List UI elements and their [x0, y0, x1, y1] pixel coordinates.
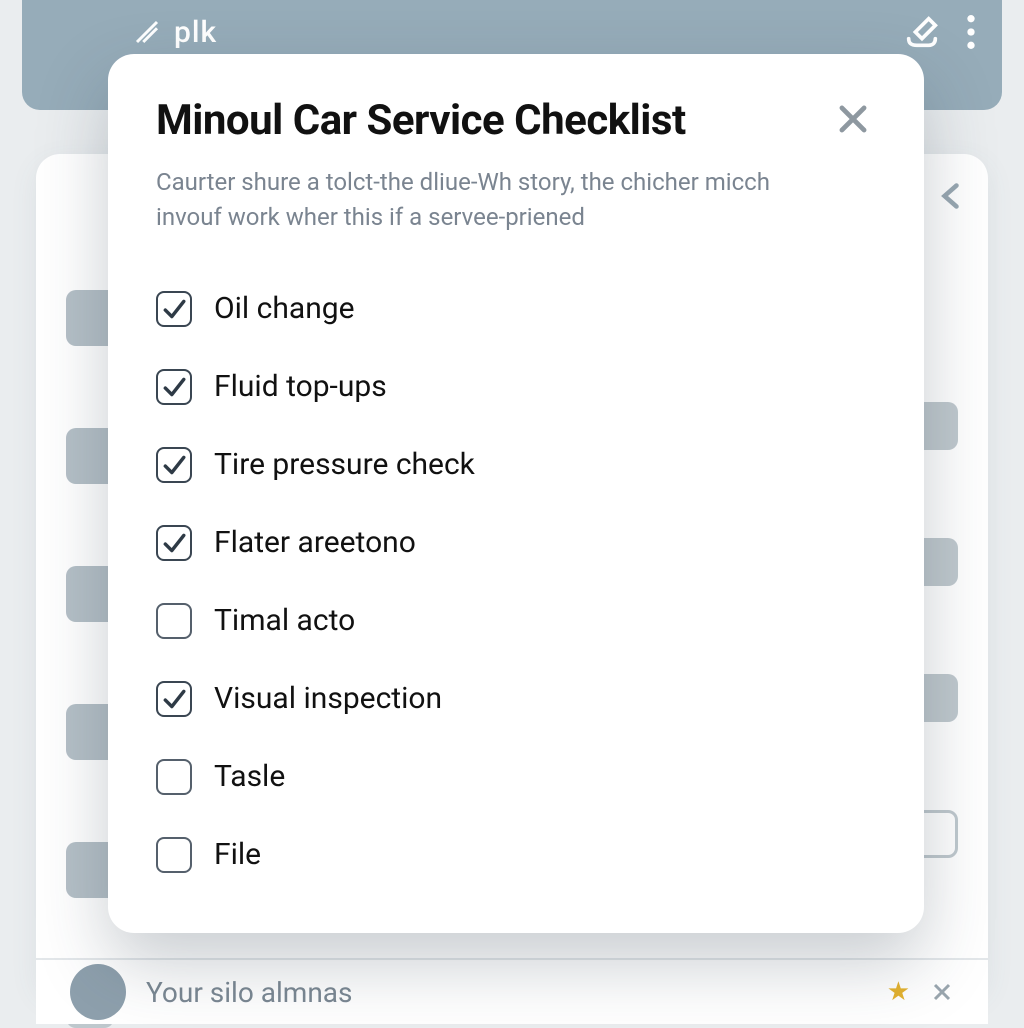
modal-title: Minoul Car Service Checklist: [156, 96, 686, 145]
checklist-item: Fluid top-ups: [156, 369, 876, 405]
checkbox[interactable]: [156, 759, 192, 795]
panel-close-icon[interactable]: [934, 178, 970, 214]
bottom-text: Your silo almnas: [146, 976, 867, 1009]
checklist-label: Tire pressure check: [214, 447, 475, 482]
checkbox[interactable]: [156, 681, 192, 717]
checklist-item: Tasle: [156, 759, 876, 795]
checkbox[interactable]: [156, 447, 192, 483]
spark-icon: [132, 17, 162, 47]
checkbox[interactable]: [156, 525, 192, 561]
modal-subtitle: Caurter shure a tolct-the dliue-Wh story…: [156, 165, 816, 235]
checkbox[interactable]: [156, 369, 192, 405]
checklist-label: Tasle: [214, 759, 285, 794]
checklist-item: Timal acto: [156, 603, 876, 639]
avatar[interactable]: [70, 964, 126, 1020]
edit-icon[interactable]: [902, 12, 942, 52]
checklist-item: Flater areetono: [156, 525, 876, 561]
more-icon[interactable]: [966, 12, 976, 52]
checklist-item: File: [156, 837, 876, 873]
checkbox[interactable]: [156, 291, 192, 327]
checklist-label: File: [214, 837, 261, 872]
bottom-close-icon[interactable]: [930, 980, 954, 1004]
checklist: Oil change Fluid top-ups Tire pressure che…: [156, 291, 876, 873]
checklist-modal: Minoul Car Service Checklist Caurter shu…: [108, 54, 924, 933]
checklist-item: Oil change: [156, 291, 876, 327]
checklist-item: Visual inspection: [156, 681, 876, 717]
checkbox[interactable]: [156, 603, 192, 639]
checklist-label: Timal acto: [214, 603, 355, 638]
checklist-label: Fluid top-ups: [214, 369, 387, 404]
brand-text: plk: [174, 15, 217, 50]
checklist-label: Oil change: [214, 291, 355, 326]
star-icon[interactable]: ★: [887, 977, 910, 1007]
bottom-bar: Your silo almnas ★: [36, 958, 988, 1024]
checkbox[interactable]: [156, 837, 192, 873]
close-icon[interactable]: [830, 96, 876, 142]
checklist-label: Visual inspection: [214, 681, 442, 716]
checklist-label: Flater areetono: [214, 525, 416, 560]
checklist-item: Tire pressure check: [156, 447, 876, 483]
